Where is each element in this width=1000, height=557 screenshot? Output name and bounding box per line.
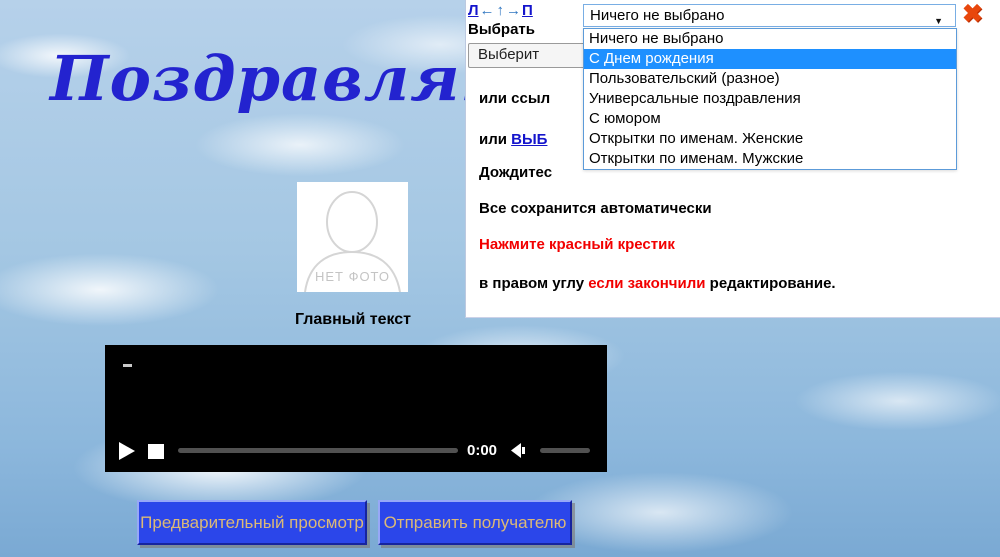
- red-cross-line: Нажмите красный крестик: [479, 236, 675, 253]
- photo-placeholder[interactable]: НЕТ ФОТО: [297, 182, 408, 292]
- category-option-list: Ничего не выбрано С Днем рождения Пользо…: [583, 28, 957, 170]
- audio-player: 0:00: [105, 345, 607, 472]
- nav-row: Л←↑→П: [468, 2, 533, 19]
- seek-slider[interactable]: [178, 448, 458, 453]
- or-choose-prefix: или: [479, 131, 511, 148]
- volume-slider[interactable]: [540, 448, 590, 453]
- category-select-value: Ничего не выбрано: [590, 7, 724, 24]
- volume-icon[interactable]: [511, 443, 528, 458]
- main-text-label: Главный текст: [272, 311, 434, 329]
- wait-line: Дождитес: [479, 164, 552, 181]
- final-line-part2: редактирование.: [705, 275, 835, 292]
- page: Поздравляю с пра НЕТ ФОТО Главный текст …: [0, 0, 1000, 557]
- up-arrow-icon[interactable]: ↑: [497, 2, 505, 19]
- editor-panel: Л←↑→П Выбрать Выберит или ссыл или ВЫБ Д…: [465, 0, 1000, 318]
- wait-text: Дождитес: [479, 164, 552, 181]
- category-select[interactable]: Ничего не выбрано ▼: [583, 4, 956, 27]
- left-arrow-icon[interactable]: ←: [480, 2, 495, 19]
- preview-button[interactable]: Предварительный просмотр: [137, 500, 367, 545]
- send-button[interactable]: Отправить получателю: [378, 500, 572, 545]
- play-icon[interactable]: [119, 442, 135, 460]
- stop-icon[interactable]: [148, 444, 164, 459]
- final-line-part1: в правом углу: [479, 275, 588, 292]
- dropdown-option[interactable]: С юмором: [584, 109, 956, 129]
- dropdown-option[interactable]: Ничего не выбрано: [584, 29, 956, 49]
- player-time: 0:00: [467, 442, 497, 459]
- or-link-line: или ссыл: [479, 90, 550, 107]
- no-photo-label: НЕТ ФОТО: [297, 269, 408, 284]
- or-choose-line: или ВЫБ: [479, 131, 547, 148]
- dropdown-option[interactable]: Открытки по именам. Женские: [584, 129, 956, 149]
- dropdown-option[interactable]: Универсальные поздравления: [584, 89, 956, 109]
- nav-left-link[interactable]: Л: [468, 2, 479, 19]
- final-line-highlight: если закончили: [588, 275, 705, 292]
- dropdown-option[interactable]: Открытки по именам. Мужские: [584, 149, 956, 169]
- choose-label: Выбрать: [468, 21, 535, 38]
- dropdown-option[interactable]: Пользовательский (разное): [584, 69, 956, 89]
- or-link-text: или ссыл: [479, 90, 550, 107]
- dropdown-option[interactable]: С Днем рождения: [584, 49, 956, 69]
- choose-from-collection-link[interactable]: ВЫБ: [511, 131, 547, 148]
- choose-file-button[interactable]: Выберит: [468, 43, 598, 68]
- player-dash: [123, 364, 132, 367]
- close-icon[interactable]: ✖: [962, 0, 983, 28]
- nav-right-link[interactable]: П: [522, 2, 533, 19]
- autosave-line: Все сохранится автоматически: [479, 200, 712, 217]
- final-line: в правом углу если закончили редактирова…: [479, 275, 836, 292]
- right-arrow-icon[interactable]: →: [506, 2, 521, 19]
